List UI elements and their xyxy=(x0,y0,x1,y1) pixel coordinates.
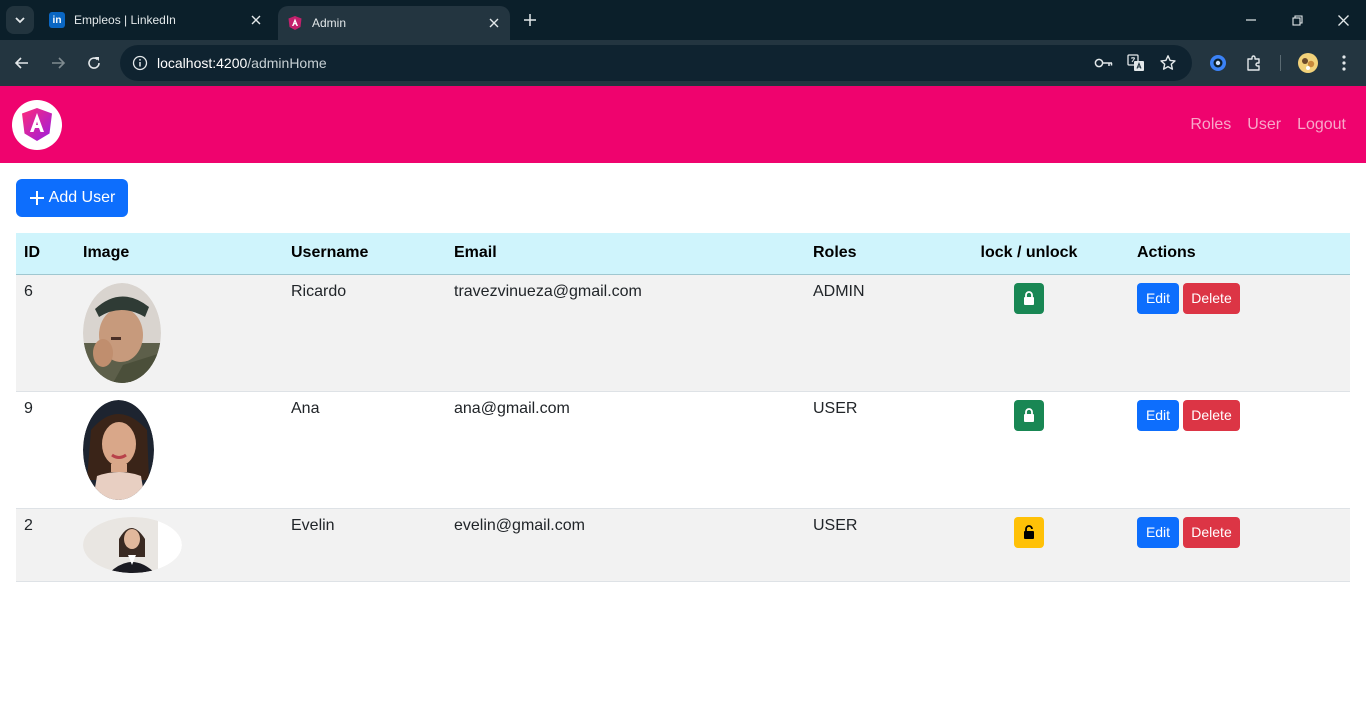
user-avatar xyxy=(83,399,154,500)
profile-avatar[interactable] xyxy=(1294,49,1322,77)
site-info-icon[interactable] xyxy=(128,51,152,75)
nav-link-logout[interactable]: Logout xyxy=(1297,116,1346,134)
cell-image xyxy=(75,508,283,581)
arrow-left-icon xyxy=(14,57,28,69)
minimize-button[interactable] xyxy=(1228,0,1274,40)
add-user-button[interactable]: Add User xyxy=(16,179,128,217)
angular-logo[interactable] xyxy=(12,100,62,150)
cell-username: Ricardo xyxy=(291,282,347,300)
delete-button[interactable]: Delete xyxy=(1183,516,1240,548)
new-tab-button[interactable] xyxy=(516,8,544,32)
nav-link-roles[interactable]: Roles xyxy=(1190,116,1231,134)
extensions-puzzle-icon[interactable] xyxy=(1240,49,1268,77)
table-row: 6 Ricardo travezvinueza@gmail.com ADMIN … xyxy=(16,274,1350,391)
edit-button[interactable]: Edit xyxy=(1137,399,1179,431)
close-icon[interactable] xyxy=(482,11,506,35)
extension-circle-icon[interactable] xyxy=(1204,49,1232,77)
cell-id: 9 xyxy=(24,399,33,417)
app-navbar: Roles User Logout xyxy=(0,86,1366,163)
url-host: localhost:4200 xyxy=(157,55,248,71)
header-username: Username xyxy=(291,244,369,262)
browser-toolbar: localhost:4200/adminHome xyxy=(0,40,1366,86)
tab-title: Empleos | LinkedIn xyxy=(74,13,176,27)
unlock-icon xyxy=(1024,525,1034,539)
table-row: 9 Ana ana@gmail.com USER Edit Delete xyxy=(16,391,1350,508)
edit-button[interactable]: Edit xyxy=(1137,516,1179,548)
table-row: 2 Evelin evelin@gmail.com USER Edit Dele… xyxy=(16,508,1350,581)
table-header-row: ID Image Username Email Roles lock / unl… xyxy=(16,233,1350,274)
header-roles: Roles xyxy=(813,244,857,262)
url-path: /adminHome xyxy=(247,55,327,71)
plus-icon xyxy=(524,14,536,26)
browser-tab-bar: in Empleos | LinkedIn Admin xyxy=(0,0,1366,40)
cell-email: ana@gmail.com xyxy=(454,399,570,417)
cell-email: evelin@gmail.com xyxy=(454,516,585,534)
cell-role: USER xyxy=(813,399,858,417)
forward-button[interactable] xyxy=(43,48,73,78)
users-table: ID Image Username Email Roles lock / unl… xyxy=(16,233,1350,582)
cell-image xyxy=(75,274,283,391)
nav-link-user[interactable]: User xyxy=(1247,116,1281,134)
arrow-right-icon xyxy=(52,57,66,69)
edit-button[interactable]: Edit xyxy=(1137,282,1179,314)
lock-toggle-button[interactable] xyxy=(1014,399,1044,431)
close-icon xyxy=(1337,14,1349,26)
restore-icon xyxy=(1291,14,1303,26)
cell-id: 6 xyxy=(24,282,33,300)
header-lock: lock / unlock xyxy=(980,244,1078,262)
bookmark-star-icon[interactable] xyxy=(1156,51,1180,75)
cell-username: Ana xyxy=(291,399,320,417)
cell-email: travezvinueza@gmail.com xyxy=(454,282,642,300)
cell-id: 2 xyxy=(24,516,33,534)
linkedin-icon: in xyxy=(49,12,65,28)
close-window-button[interactable] xyxy=(1320,0,1366,40)
address-bar[interactable]: localhost:4200/adminHome xyxy=(120,45,1192,81)
header-email: Email xyxy=(454,244,497,262)
back-button[interactable] xyxy=(7,48,37,78)
url-text: localhost:4200/adminHome xyxy=(157,55,327,71)
cell-role: ADMIN xyxy=(813,282,865,300)
add-user-label: Add User xyxy=(48,189,116,206)
angular-icon xyxy=(22,108,52,141)
restore-button[interactable] xyxy=(1274,0,1320,40)
header-actions: Actions xyxy=(1137,244,1196,262)
reload-icon xyxy=(88,57,100,69)
reload-button[interactable] xyxy=(79,48,109,78)
menu-kebab-icon[interactable] xyxy=(1330,49,1358,77)
lock-icon xyxy=(1024,408,1034,422)
user-avatar xyxy=(83,282,161,383)
toolbar-separator xyxy=(1280,55,1281,71)
unlock-toggle-button[interactable] xyxy=(1014,516,1044,548)
plus-icon xyxy=(29,191,44,205)
angular-icon xyxy=(287,15,303,31)
translate-icon[interactable] xyxy=(1124,51,1148,75)
close-icon[interactable] xyxy=(244,8,268,32)
cell-image xyxy=(75,391,283,508)
user-avatar xyxy=(83,516,182,573)
tab-title: Admin xyxy=(312,16,347,30)
tab-admin[interactable]: Admin xyxy=(278,6,510,40)
chevron-down-icon xyxy=(15,17,25,24)
minimize-icon xyxy=(1246,19,1256,21)
header-image: Image xyxy=(83,244,130,262)
header-id: ID xyxy=(24,244,40,262)
lock-toggle-button[interactable] xyxy=(1014,282,1044,314)
cell-role: USER xyxy=(813,516,858,534)
tab-search-button[interactable] xyxy=(6,6,34,34)
delete-button[interactable]: Delete xyxy=(1183,282,1240,314)
nav-links: Roles User Logout xyxy=(1174,116,1346,134)
password-key-icon[interactable] xyxy=(1092,51,1116,75)
tab-linkedin[interactable]: in Empleos | LinkedIn xyxy=(40,0,272,40)
lock-icon xyxy=(1024,291,1034,305)
delete-button[interactable]: Delete xyxy=(1183,399,1240,431)
cell-username: Evelin xyxy=(291,516,335,534)
